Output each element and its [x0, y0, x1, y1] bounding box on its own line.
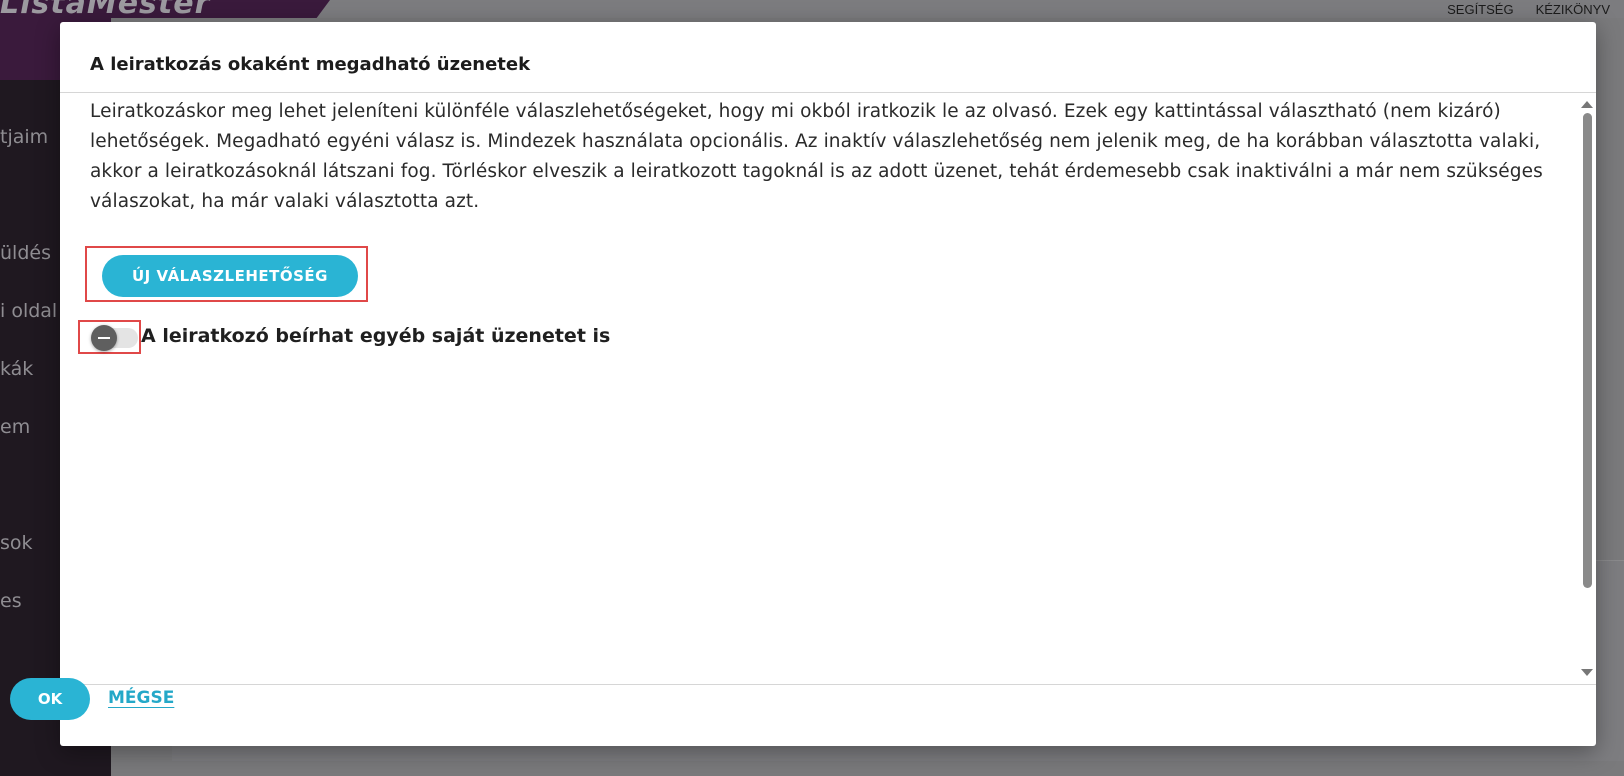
unsubscribe-reasons-dialog: A leiratkozás okaként megadható üzenetek… [60, 22, 1596, 746]
scroll-down-icon[interactable] [1581, 669, 1593, 676]
dialog-body: Leiratkozáskor meg lehet jeleníteni külö… [60, 93, 1596, 684]
sidebar-item[interactable]: üldés [0, 242, 51, 264]
cancel-link[interactable]: MÉGSE [108, 688, 174, 708]
dialog-title: A leiratkozás okaként megadható üzenetek [90, 54, 531, 75]
scroll-up-icon[interactable] [1581, 101, 1593, 108]
sidebar-item[interactable]: em [0, 416, 30, 438]
sidebar-item[interactable]: kák [0, 358, 33, 380]
sidebar-item[interactable]: es [0, 590, 22, 612]
sidebar-item[interactable]: i oldal [0, 300, 57, 322]
scrollbar-thumb[interactable] [1583, 113, 1592, 588]
custom-message-toggle-label[interactable]: A leiratkozó beírhat egyéb saját üzenete… [141, 325, 610, 347]
top-nav-manual[interactable]: KÉZIKÖNYV [1536, 2, 1610, 17]
top-nav-help[interactable]: SEGÍTSÉG [1447, 2, 1513, 17]
custom-message-toggle[interactable] [91, 325, 138, 351]
ok-button[interactable]: OK [10, 678, 90, 720]
new-option-button[interactable]: ÚJ VÁLASZLEHETŐSÉG [102, 255, 358, 297]
vertical-scrollbar[interactable] [1578, 93, 1596, 684]
toggle-knob [91, 325, 117, 351]
divider [60, 684, 1596, 685]
dialog-description: Leiratkozáskor meg lehet jeleníteni külö… [90, 101, 1543, 212]
sidebar-item[interactable]: tjaim [0, 126, 48, 148]
top-nav: SEGÍTSÉG KÉZIKÖNYV [1447, 2, 1610, 17]
sidebar-item[interactable]: sok [0, 532, 33, 554]
